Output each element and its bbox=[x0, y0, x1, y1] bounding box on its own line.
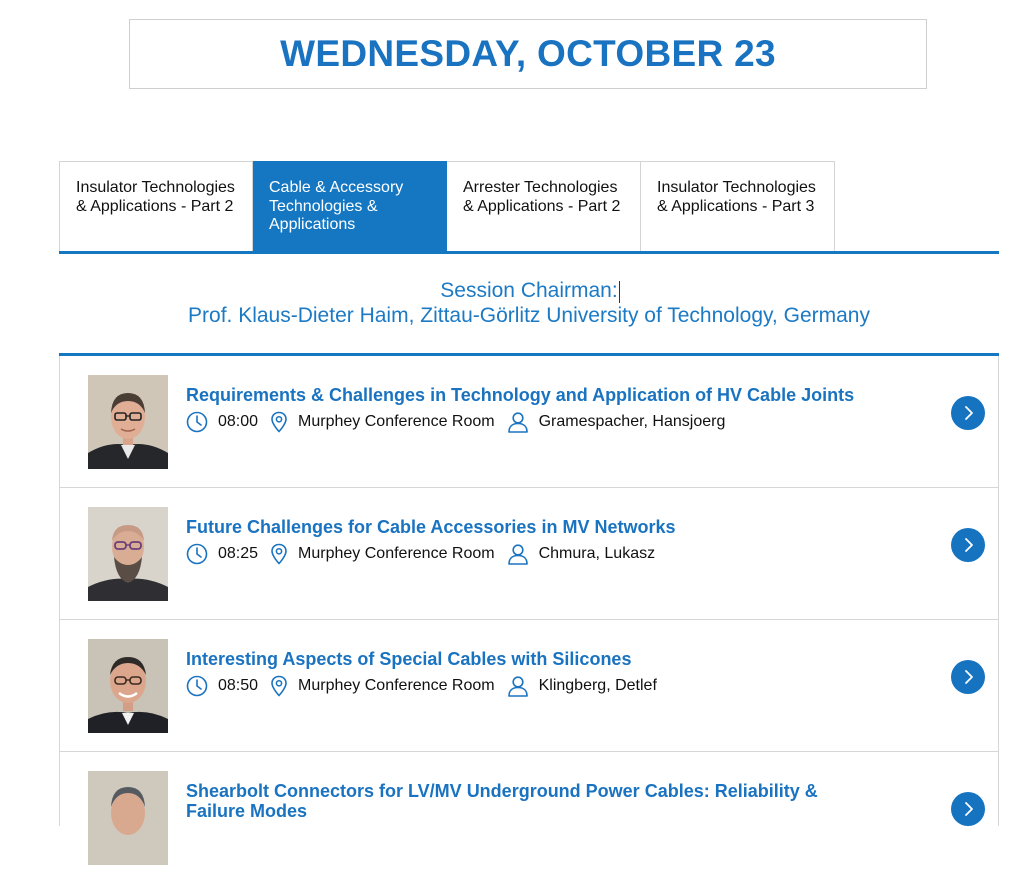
session-title[interactable]: Future Challenges for Cable Accessories … bbox=[186, 517, 876, 537]
chairman-name: Prof. Klaus-Dieter Haim, Zittau-Görlitz … bbox=[188, 304, 870, 327]
session-title[interactable]: Shearbolt Connectors for LV/MV Undergrou… bbox=[186, 781, 876, 821]
tab-arrester-part-2[interactable]: Arrester Technologies & Applications - P… bbox=[447, 161, 641, 251]
session-room: Murphey Conference Room bbox=[298, 545, 495, 562]
chevron-right-icon bbox=[965, 670, 973, 684]
session-list: Requirements & Challenges in Technology … bbox=[59, 356, 999, 865]
session-speaker: Gramespacher, Hansjoerg bbox=[538, 413, 726, 430]
session-meta: 08:25 Murphey Conference Room Chmura, Lu… bbox=[186, 543, 667, 565]
session-row[interactable]: Shearbolt Connectors for LV/MV Undergrou… bbox=[60, 752, 998, 884]
open-session-button[interactable] bbox=[951, 396, 985, 430]
session-room: Murphey Conference Room bbox=[298, 413, 495, 430]
session-tabs: Insulator Technologies & Applications - … bbox=[59, 161, 835, 251]
session-time: 08:50 bbox=[218, 677, 259, 694]
speaker-photo bbox=[88, 771, 168, 865]
session-row[interactable]: Interesting Aspects of Special Cables wi… bbox=[60, 620, 998, 752]
session-time: 08:00 bbox=[218, 413, 259, 430]
day-header: WEDNESDAY, OCTOBER 23 bbox=[129, 19, 927, 89]
session-row[interactable]: Future Challenges for Cable Accessories … bbox=[60, 488, 998, 620]
clock-icon bbox=[186, 675, 208, 697]
location-pin-icon bbox=[270, 675, 288, 697]
location-pin-icon bbox=[270, 543, 288, 565]
person-icon bbox=[507, 675, 529, 697]
tab-insulator-part-3[interactable]: Insulator Technologies & Applications - … bbox=[641, 161, 835, 251]
session-chairman: Session Chairman: Prof. Klaus-Dieter Hai… bbox=[59, 278, 999, 328]
session-title[interactable]: Interesting Aspects of Special Cables wi… bbox=[186, 649, 876, 669]
speaker-photo bbox=[88, 639, 168, 733]
clock-icon bbox=[186, 411, 208, 433]
session-title[interactable]: Requirements & Challenges in Technology … bbox=[186, 385, 876, 405]
person-icon bbox=[507, 543, 529, 565]
text-cursor bbox=[619, 281, 620, 303]
session-meta: 08:00 Murphey Conference Room Gramespach… bbox=[186, 411, 737, 433]
session-speaker: Chmura, Lukasz bbox=[538, 545, 656, 562]
session-meta: 08:50 Murphey Conference Room Klingberg,… bbox=[186, 675, 669, 697]
session-speaker: Klingberg, Detlef bbox=[538, 677, 657, 694]
day-title: WEDNESDAY, OCTOBER 23 bbox=[280, 33, 776, 74]
open-session-button[interactable] bbox=[951, 660, 985, 694]
clock-icon bbox=[186, 543, 208, 565]
location-pin-icon bbox=[270, 411, 288, 433]
chairman-label: Session Chairman: bbox=[440, 279, 618, 302]
person-icon bbox=[507, 411, 529, 433]
chevron-right-icon bbox=[965, 802, 973, 816]
open-session-button[interactable] bbox=[951, 792, 985, 826]
session-row[interactable]: Requirements & Challenges in Technology … bbox=[60, 356, 998, 488]
chevron-right-icon bbox=[965, 406, 973, 420]
open-session-button[interactable] bbox=[951, 528, 985, 562]
chevron-right-icon bbox=[965, 538, 973, 552]
session-time: 08:25 bbox=[218, 545, 259, 562]
tab-divider bbox=[59, 251, 999, 254]
speaker-photo bbox=[88, 507, 168, 601]
tab-insulator-part-2[interactable]: Insulator Technologies & Applications - … bbox=[59, 161, 253, 251]
session-room: Murphey Conference Room bbox=[298, 677, 495, 694]
speaker-photo bbox=[88, 375, 168, 469]
tab-cable-accessory[interactable]: Cable & Accessory Technologies & Applica… bbox=[253, 161, 447, 251]
